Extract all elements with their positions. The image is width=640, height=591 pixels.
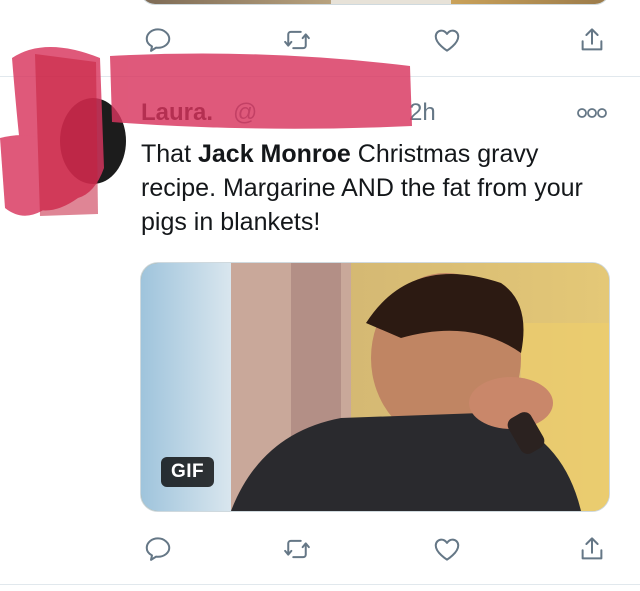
avatar[interactable]: [60, 98, 126, 184]
retweet-icon[interactable]: [279, 22, 315, 58]
tweet-text: That Jack Monroe Christmas gravy recipe.…: [141, 140, 583, 236]
tweet-actions: [140, 531, 610, 567]
author-handle[interactable]: @: [233, 99, 257, 127]
share-icon[interactable]: [574, 22, 610, 58]
tweet-gif-media[interactable]: GIF: [140, 262, 610, 512]
like-icon[interactable]: [429, 22, 465, 58]
reply-icon[interactable]: [140, 22, 176, 58]
gif-badge: GIF: [161, 457, 215, 487]
like-icon[interactable]: [429, 531, 465, 567]
more-options-icon[interactable]: [574, 103, 610, 123]
divider: [0, 584, 640, 585]
divider: [0, 76, 640, 77]
tweet-header: Laura. @ 2h: [141, 98, 571, 132]
previous-tweet-media[interactable]: [140, 0, 610, 5]
reply-icon[interactable]: [140, 531, 176, 567]
previous-tweet-actions: [140, 22, 610, 58]
tweet-text-bold: Jack Monroe: [197, 140, 351, 168]
retweet-icon[interactable]: [279, 531, 315, 567]
tweet-timestamp[interactable]: 2h: [409, 99, 436, 127]
share-icon[interactable]: [574, 531, 610, 567]
author-name[interactable]: Laura.: [141, 99, 213, 127]
